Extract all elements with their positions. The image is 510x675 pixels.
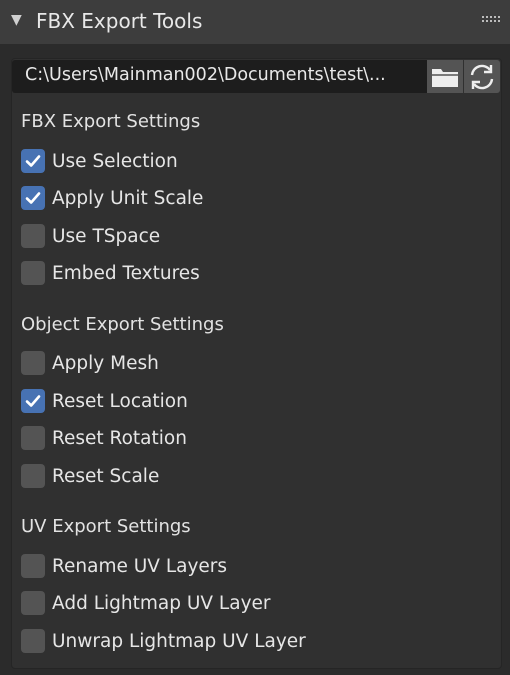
checkbox[interactable] [21, 261, 45, 285]
checkmark-icon [25, 155, 41, 167]
option-label: Reset Location [52, 390, 188, 412]
option-label: Add Lightmap UV Layer [52, 592, 271, 614]
option-label: Apply Unit Scale [52, 187, 204, 209]
section-title-fbx: FBX Export Settings [21, 111, 201, 132]
option-label: Reset Scale [52, 465, 160, 487]
refresh-button[interactable] [464, 60, 500, 93]
option-reset-rotation[interactable]: Reset Rotation [21, 425, 187, 451]
folder-icon [432, 68, 458, 87]
checkbox[interactable] [21, 591, 45, 615]
checkbox[interactable] [21, 224, 45, 248]
section-title-object: Object Export Settings [21, 314, 224, 335]
triangle-down-icon[interactable]: ▼ [11, 12, 22, 28]
section-title-uv: UV Export Settings [21, 516, 191, 537]
option-use-tspace[interactable]: Use TSpace [21, 223, 160, 249]
option-embed-textures[interactable]: Embed Textures [21, 260, 200, 286]
checkbox[interactable] [21, 389, 45, 413]
checkbox[interactable] [21, 464, 45, 488]
option-label: Use TSpace [52, 225, 161, 247]
checkbox[interactable] [21, 629, 45, 653]
checkbox[interactable] [21, 149, 45, 173]
option-label: Unwrap Lightmap UV Layer [52, 630, 306, 652]
checkbox[interactable] [21, 426, 45, 450]
option-label: Use Selection [52, 150, 178, 172]
option-label: Reset Rotation [52, 427, 187, 449]
option-rename-uv-layers[interactable]: Rename UV Layers [21, 553, 227, 579]
option-reset-location[interactable]: Reset Location [21, 388, 188, 414]
option-unwrap-lightmap-uv-layer[interactable]: Unwrap Lightmap UV Layer [21, 628, 306, 654]
grip-icon[interactable] [482, 16, 500, 24]
checkbox[interactable] [21, 186, 45, 210]
option-label: Rename UV Layers [52, 555, 228, 577]
browse-folder-button[interactable] [427, 60, 463, 93]
option-use-selection[interactable]: Use Selection [21, 148, 178, 174]
option-reset-scale[interactable]: Reset Scale [21, 463, 159, 489]
checkmark-icon [25, 192, 41, 204]
checkbox[interactable] [21, 351, 45, 375]
checkbox[interactable] [21, 554, 45, 578]
option-apply-unit-scale[interactable]: Apply Unit Scale [21, 185, 203, 211]
panel-header[interactable]: ▼ FBX Export Tools [0, 0, 510, 44]
panel-title: FBX Export Tools [36, 9, 203, 33]
checkmark-icon [25, 395, 41, 407]
option-apply-mesh[interactable]: Apply Mesh [21, 350, 159, 376]
refresh-icon [470, 64, 494, 89]
option-label: Apply Mesh [52, 352, 159, 374]
option-label: Embed Textures [52, 262, 200, 284]
export-path-field[interactable]: C:\Users\Mainman002\Documents\test\... [12, 60, 427, 93]
option-add-lightmap-uv-layer[interactable]: Add Lightmap UV Layer [21, 590, 271, 616]
